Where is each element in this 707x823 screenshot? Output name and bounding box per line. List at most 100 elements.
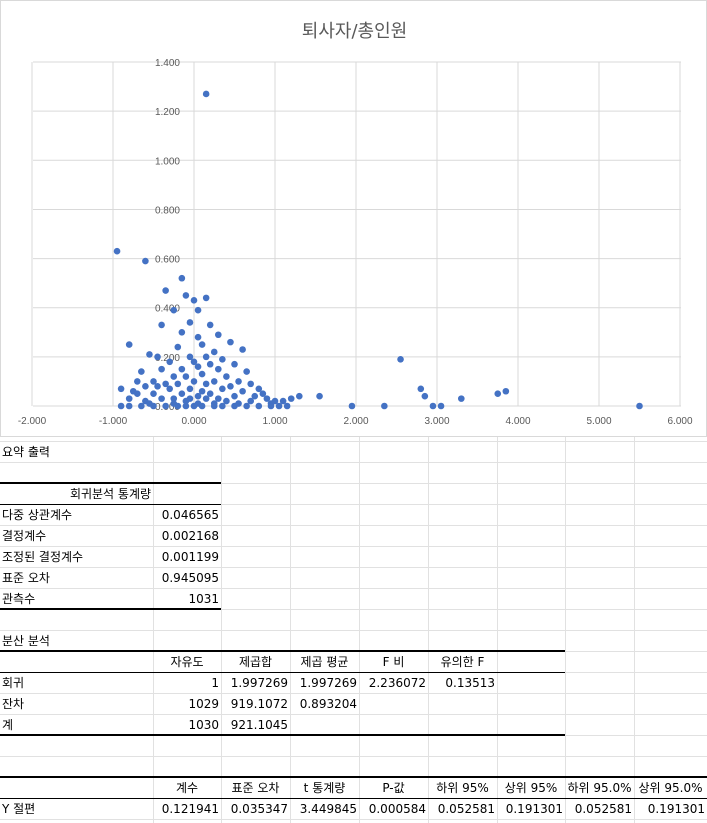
coef-cell[interactable]: 0.035347: [221, 799, 290, 819]
stat-value[interactable]: 0.002168: [153, 526, 221, 546]
coef-cell[interactable]: 0.191301: [634, 799, 707, 819]
anova-cell[interactable]: 0.13513: [428, 673, 497, 693]
y-tick-label: 0.600: [155, 255, 180, 266]
stat-label[interactable]: 결정계수: [0, 526, 153, 546]
coef-cell[interactable]: 0.052581: [428, 799, 497, 819]
spreadsheet-grid[interactable]: 요약 출력회귀분석 통계량 다중 상관계수 0.046565 결정계수 0.002168…: [0, 437, 707, 823]
data-point: [154, 383, 161, 390]
coef-header[interactable]: 하위 95%: [428, 778, 497, 798]
data-point: [219, 356, 226, 363]
anova-cell[interactable]: [359, 694, 428, 714]
data-point: [142, 383, 149, 390]
data-point: [125, 395, 133, 402]
anova-cell[interactable]: [359, 715, 428, 735]
data-point: [202, 90, 210, 98]
data-point: [134, 378, 141, 385]
anova-cell[interactable]: 919.1072: [221, 694, 290, 714]
anova-cell[interactable]: 1.997269: [290, 673, 359, 693]
stat-label[interactable]: 관측수: [0, 589, 153, 609]
coef-cell[interactable]: 0.000584: [359, 799, 428, 819]
x-tick-label: -2.000: [18, 416, 47, 427]
data-point: [219, 402, 226, 410]
anova-row-label[interactable]: 계: [0, 715, 153, 735]
coef-cell[interactable]: 3.449845: [290, 799, 359, 819]
coef-header[interactable]: 표준 오차: [221, 778, 290, 798]
data-point: [239, 346, 246, 353]
summary-title[interactable]: 요약 출력: [0, 442, 153, 462]
coef-cell[interactable]: 0.052581: [565, 799, 634, 819]
data-point: [223, 373, 230, 380]
data-point: [202, 294, 210, 302]
anova-cell[interactable]: 0.893204: [290, 694, 359, 714]
data-point: [287, 395, 295, 402]
stat-label[interactable]: 조정된 결정계수: [0, 547, 153, 567]
anova-header[interactable]: 유의한 F: [428, 652, 497, 672]
coef-header[interactable]: P-값: [359, 778, 428, 798]
stat-value[interactable]: 1031: [153, 589, 221, 609]
data-point: [215, 365, 222, 373]
data-point: [138, 368, 145, 375]
anova-cell[interactable]: 921.1045: [221, 715, 290, 735]
data-point: [186, 385, 194, 393]
stat-value[interactable]: 0.945095: [153, 568, 221, 588]
data-point: [296, 392, 303, 400]
anova-header[interactable]: 제곱 평균: [290, 652, 359, 672]
anova-header[interactable]: 자유도: [153, 652, 221, 672]
data-point: [381, 402, 388, 410]
y-tick-label: 1.400: [155, 58, 180, 69]
coef-cell[interactable]: 0.121941: [153, 799, 221, 819]
stat-value[interactable]: 0.046565: [153, 505, 221, 525]
stat-value[interactable]: 0.001199: [153, 547, 221, 567]
chart-area[interactable]: 퇴사자/총인원 -2.000 -1.000 0.000 1.000 2.000 3.000…: [0, 0, 707, 437]
data-point: [178, 274, 186, 282]
anova-cell[interactable]: [428, 694, 497, 714]
data-point: [129, 387, 137, 395]
anova-cell[interactable]: [428, 715, 497, 735]
data-point: [458, 395, 465, 402]
table-border: [0, 482, 221, 484]
data-point: [210, 378, 218, 385]
data-point: [397, 356, 404, 363]
anova-cell[interactable]: 1030: [153, 715, 221, 735]
y-tick-label: 0.800: [155, 205, 180, 216]
coef-header[interactable]: 상위 95%: [497, 778, 565, 798]
coef-header[interactable]: 하위 95.0%: [565, 778, 634, 798]
anova-title[interactable]: 분산 분석: [0, 631, 153, 651]
data-point: [182, 292, 190, 299]
data-point: [170, 373, 178, 380]
anova-cell[interactable]: 1.997269: [221, 673, 290, 693]
coef-row-label[interactable]: Y 절편: [0, 799, 153, 819]
data-point: [251, 392, 259, 400]
anova-row-label[interactable]: 회귀: [0, 673, 153, 693]
data-point: [202, 395, 210, 402]
data-point: [437, 402, 445, 410]
anova-cell[interactable]: 1029: [153, 694, 221, 714]
data-point: [316, 392, 323, 400]
anova-cell[interactable]: [290, 715, 359, 735]
coef-cell[interactable]: 0.191301: [497, 799, 565, 819]
stat-label[interactable]: 다중 상관계수: [0, 505, 153, 525]
stat-label[interactable]: 표준 오차: [0, 568, 153, 588]
regression-stats-header[interactable]: 회귀분석 통계량: [0, 484, 221, 504]
data-point: [146, 400, 153, 407]
x-tick-label: 1.000: [262, 416, 287, 427]
coef-header[interactable]: 상위 95.0%: [634, 778, 707, 798]
data-point: [174, 343, 182, 351]
anova-cell[interactable]: 1: [153, 673, 221, 693]
anova-cell[interactable]: 2.236072: [359, 673, 428, 693]
data-point: [421, 392, 429, 400]
anova-header[interactable]: 제곱합: [221, 652, 290, 672]
data-point: [235, 400, 242, 407]
data-point: [146, 351, 153, 358]
anova-header[interactable]: F 비: [359, 652, 428, 672]
data-point: [267, 400, 275, 407]
data-point: [138, 402, 145, 410]
data-point: [206, 360, 214, 368]
coef-header[interactable]: 계수: [153, 778, 221, 798]
data-point: [194, 306, 202, 314]
data-point: [417, 385, 425, 393]
anova-row-label[interactable]: 잔차: [0, 694, 153, 714]
x-tick-label: -1.000: [99, 416, 128, 427]
coef-header[interactable]: t 통계량: [290, 778, 359, 798]
data-point: [239, 387, 246, 395]
